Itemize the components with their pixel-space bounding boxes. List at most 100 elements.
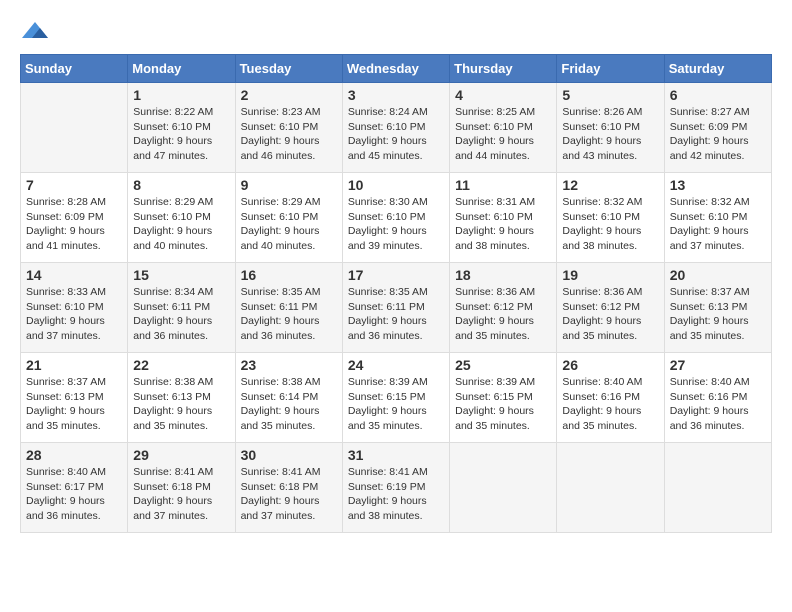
calendar-table: SundayMondayTuesdayWednesdayThursdayFrid…	[20, 54, 772, 533]
day-info: Sunrise: 8:40 AM Sunset: 6:17 PM Dayligh…	[26, 465, 122, 524]
calendar-cell: 19 Sunrise: 8:36 AM Sunset: 6:12 PM Dayli…	[557, 263, 664, 353]
day-info: Sunrise: 8:41 AM Sunset: 6:19 PM Dayligh…	[348, 465, 444, 524]
day-number: 3	[348, 87, 444, 103]
calendar-cell: 25 Sunrise: 8:39 AM Sunset: 6:15 PM Dayli…	[450, 353, 557, 443]
header-cell-friday: Friday	[557, 55, 664, 83]
header-cell-wednesday: Wednesday	[342, 55, 449, 83]
calendar-cell: 5 Sunrise: 8:26 AM Sunset: 6:10 PM Daylig…	[557, 83, 664, 173]
calendar-header: SundayMondayTuesdayWednesdayThursdayFrid…	[21, 55, 772, 83]
day-info: Sunrise: 8:35 AM Sunset: 6:11 PM Dayligh…	[348, 285, 444, 344]
week-row: 14 Sunrise: 8:33 AM Sunset: 6:10 PM Dayli…	[21, 263, 772, 353]
day-info: Sunrise: 8:29 AM Sunset: 6:10 PM Dayligh…	[241, 195, 337, 254]
day-number: 13	[670, 177, 766, 193]
calendar-body: 1 Sunrise: 8:22 AM Sunset: 6:10 PM Daylig…	[21, 83, 772, 533]
day-number: 19	[562, 267, 658, 283]
calendar-cell: 21 Sunrise: 8:37 AM Sunset: 6:13 PM Dayli…	[21, 353, 128, 443]
calendar-cell: 27 Sunrise: 8:40 AM Sunset: 6:16 PM Dayli…	[664, 353, 771, 443]
calendar-cell: 26 Sunrise: 8:40 AM Sunset: 6:16 PM Dayli…	[557, 353, 664, 443]
header-row: SundayMondayTuesdayWednesdayThursdayFrid…	[21, 55, 772, 83]
calendar-cell	[450, 443, 557, 533]
calendar-cell: 30 Sunrise: 8:41 AM Sunset: 6:18 PM Dayli…	[235, 443, 342, 533]
calendar-cell: 24Sunrise: 8:39 AM Sunset: 6:15 PM Dayli…	[342, 353, 449, 443]
calendar-cell: 28 Sunrise: 8:40 AM Sunset: 6:17 PM Dayli…	[21, 443, 128, 533]
day-info: Sunrise: 8:29 AM Sunset: 6:10 PM Dayligh…	[133, 195, 229, 254]
day-number: 4	[455, 87, 551, 103]
day-number: 15	[133, 267, 229, 283]
day-number: 21	[26, 357, 122, 373]
day-info: Sunrise: 8:34 AM Sunset: 6:11 PM Dayligh…	[133, 285, 229, 344]
header-cell-tuesday: Tuesday	[235, 55, 342, 83]
day-number: 8	[133, 177, 229, 193]
calendar-cell	[21, 83, 128, 173]
calendar-cell: 20 Sunrise: 8:37 AM Sunset: 6:13 PM Dayli…	[664, 263, 771, 353]
day-number: 5	[562, 87, 658, 103]
day-info: Sunrise: 8:25 AM Sunset: 6:10 PM Dayligh…	[455, 105, 551, 164]
day-number: 11	[455, 177, 551, 193]
calendar-cell: 3 Sunrise: 8:24 AM Sunset: 6:10 PM Daylig…	[342, 83, 449, 173]
header-cell-thursday: Thursday	[450, 55, 557, 83]
day-info: Sunrise: 8:41 AM Sunset: 6:18 PM Dayligh…	[241, 465, 337, 524]
week-row: 28 Sunrise: 8:40 AM Sunset: 6:17 PM Dayli…	[21, 443, 772, 533]
day-info: Sunrise: 8:36 AM Sunset: 6:12 PM Dayligh…	[562, 285, 658, 344]
calendar-cell: 14 Sunrise: 8:33 AM Sunset: 6:10 PM Dayli…	[21, 263, 128, 353]
day-number: 2	[241, 87, 337, 103]
day-info: Sunrise: 8:37 AM Sunset: 6:13 PM Dayligh…	[26, 375, 122, 434]
week-row: 1 Sunrise: 8:22 AM Sunset: 6:10 PM Daylig…	[21, 83, 772, 173]
day-info: Sunrise: 8:24 AM Sunset: 6:10 PM Dayligh…	[348, 105, 444, 164]
day-info: Sunrise: 8:39 AM Sunset: 6:15 PM Dayligh…	[348, 375, 444, 434]
day-info: Sunrise: 8:22 AM Sunset: 6:10 PM Dayligh…	[133, 105, 229, 164]
calendar-cell: 12 Sunrise: 8:32 AM Sunset: 6:10 PM Dayli…	[557, 173, 664, 263]
day-number: 7	[26, 177, 122, 193]
day-info: Sunrise: 8:38 AM Sunset: 6:13 PM Dayligh…	[133, 375, 229, 434]
day-info: Sunrise: 8:28 AM Sunset: 6:09 PM Dayligh…	[26, 195, 122, 254]
calendar-cell: 11 Sunrise: 8:31 AM Sunset: 6:10 PM Dayli…	[450, 173, 557, 263]
calendar-cell	[664, 443, 771, 533]
day-number: 27	[670, 357, 766, 373]
day-info: Sunrise: 8:38 AM Sunset: 6:14 PM Dayligh…	[241, 375, 337, 434]
day-number: 18	[455, 267, 551, 283]
calendar-cell: 8 Sunrise: 8:29 AM Sunset: 6:10 PM Daylig…	[128, 173, 235, 263]
day-info: Sunrise: 8:35 AM Sunset: 6:11 PM Dayligh…	[241, 285, 337, 344]
header-cell-sunday: Sunday	[21, 55, 128, 83]
day-number: 6	[670, 87, 766, 103]
calendar-cell: 4 Sunrise: 8:25 AM Sunset: 6:10 PM Daylig…	[450, 83, 557, 173]
day-info: Sunrise: 8:41 AM Sunset: 6:18 PM Dayligh…	[133, 465, 229, 524]
day-info: Sunrise: 8:40 AM Sunset: 6:16 PM Dayligh…	[670, 375, 766, 434]
day-number: 12	[562, 177, 658, 193]
week-row: 7 Sunrise: 8:28 AM Sunset: 6:09 PM Daylig…	[21, 173, 772, 263]
calendar-cell: 9Sunrise: 8:29 AM Sunset: 6:10 PM Daylig…	[235, 173, 342, 263]
calendar-cell: 29 Sunrise: 8:41 AM Sunset: 6:18 PM Dayli…	[128, 443, 235, 533]
day-info: Sunrise: 8:37 AM Sunset: 6:13 PM Dayligh…	[670, 285, 766, 344]
day-number: 20	[670, 267, 766, 283]
week-row: 21 Sunrise: 8:37 AM Sunset: 6:13 PM Dayli…	[21, 353, 772, 443]
calendar-cell: 23Sunrise: 8:38 AM Sunset: 6:14 PM Dayli…	[235, 353, 342, 443]
day-number: 1	[133, 87, 229, 103]
day-number: 22	[133, 357, 229, 373]
day-number: 14	[26, 267, 122, 283]
day-info: Sunrise: 8:33 AM Sunset: 6:10 PM Dayligh…	[26, 285, 122, 344]
day-number: 31	[348, 447, 444, 463]
day-info: Sunrise: 8:32 AM Sunset: 6:10 PM Dayligh…	[562, 195, 658, 254]
day-info: Sunrise: 8:31 AM Sunset: 6:10 PM Dayligh…	[455, 195, 551, 254]
calendar-cell: 15 Sunrise: 8:34 AM Sunset: 6:11 PM Dayli…	[128, 263, 235, 353]
day-number: 30	[241, 447, 337, 463]
day-number: 16	[241, 267, 337, 283]
day-number: 28	[26, 447, 122, 463]
calendar-cell: 18 Sunrise: 8:36 AM Sunset: 6:12 PM Dayli…	[450, 263, 557, 353]
calendar-cell: 6Sunrise: 8:27 AM Sunset: 6:09 PM Daylig…	[664, 83, 771, 173]
day-info: Sunrise: 8:39 AM Sunset: 6:15 PM Dayligh…	[455, 375, 551, 434]
day-number: 29	[133, 447, 229, 463]
day-number: 26	[562, 357, 658, 373]
day-info: Sunrise: 8:36 AM Sunset: 6:12 PM Dayligh…	[455, 285, 551, 344]
day-info: Sunrise: 8:26 AM Sunset: 6:10 PM Dayligh…	[562, 105, 658, 164]
day-info: Sunrise: 8:32 AM Sunset: 6:10 PM Dayligh…	[670, 195, 766, 254]
day-info: Sunrise: 8:40 AM Sunset: 6:16 PM Dayligh…	[562, 375, 658, 434]
calendar-cell: 10Sunrise: 8:30 AM Sunset: 6:10 PM Dayli…	[342, 173, 449, 263]
calendar-cell: 31 Sunrise: 8:41 AM Sunset: 6:19 PM Dayli…	[342, 443, 449, 533]
logo	[20, 20, 54, 44]
day-number: 25	[455, 357, 551, 373]
calendar-cell: 22 Sunrise: 8:38 AM Sunset: 6:13 PM Dayli…	[128, 353, 235, 443]
calendar-cell: 7 Sunrise: 8:28 AM Sunset: 6:09 PM Daylig…	[21, 173, 128, 263]
calendar-cell: 17Sunrise: 8:35 AM Sunset: 6:11 PM Dayli…	[342, 263, 449, 353]
calendar-cell	[557, 443, 664, 533]
